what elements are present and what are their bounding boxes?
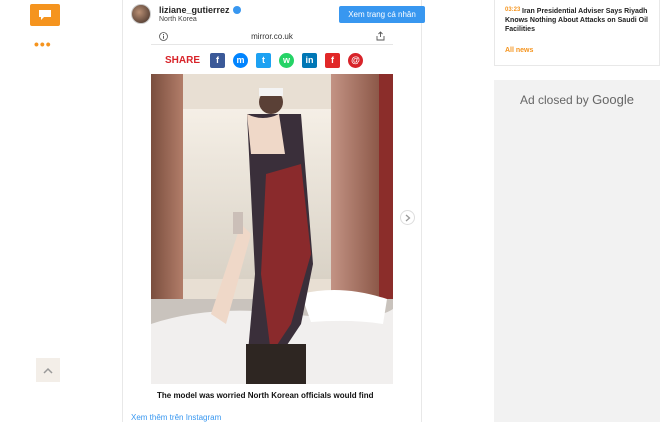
post-location[interactable]: North Korea xyxy=(159,16,197,23)
view-profile-button[interactable]: Xem trang cá nhân xyxy=(339,6,425,23)
verified-badge-icon xyxy=(232,6,241,14)
facebook-share-icon[interactable]: f xyxy=(210,52,226,68)
caption-fade xyxy=(151,401,393,409)
browser-url-bar: mirror.co.uk xyxy=(151,29,393,45)
username-text[interactable]: liziane_gutierrez xyxy=(159,5,230,15)
room-photo-illustration xyxy=(151,74,393,384)
ad-closed-message: Ad closed by Google xyxy=(494,92,660,107)
article-embed-column: liziane_gutierrez North Korea Xem trang … xyxy=(122,0,425,422)
share-icon[interactable] xyxy=(376,31,385,41)
instagram-media-card: mirror.co.uk SHARE f m t w in f @ The mo… xyxy=(151,29,393,409)
next-slide-button[interactable] xyxy=(400,210,415,225)
flipboard-share-icon[interactable]: f xyxy=(325,52,341,68)
post-caption: The model was worried North Korean offic… xyxy=(157,391,374,400)
share-label: SHARE xyxy=(165,54,201,66)
all-news-link[interactable]: All news xyxy=(505,47,533,54)
page: ••• liziane_gutierrez North Korea Xem tr… xyxy=(0,0,660,422)
email-share-icon[interactable]: @ xyxy=(348,52,364,68)
whatsapp-share-icon[interactable]: w xyxy=(279,52,295,68)
url-text: mirror.co.uk xyxy=(251,32,293,41)
news-headline-link[interactable]: Iran Presidential Adviser Says Riyadh Kn… xyxy=(505,7,657,34)
google-logo: Google xyxy=(592,92,634,107)
instagram-username[interactable]: liziane_gutierrez xyxy=(159,5,241,15)
post-photo[interactable] xyxy=(151,74,393,384)
avatar[interactable] xyxy=(131,4,151,24)
ad-slot: Ad closed by Google xyxy=(494,80,660,422)
chevron-right-icon xyxy=(405,214,410,221)
share-bar: SHARE f m t w in f @ xyxy=(151,49,393,71)
news-feed-widget: 03:23 Iran Presidential Adviser Says Riy… xyxy=(494,0,660,66)
chevron-up-icon xyxy=(43,367,53,374)
ad-closed-text: Ad closed by xyxy=(520,93,589,107)
scroll-to-top-button[interactable] xyxy=(36,358,60,382)
comments-button[interactable] xyxy=(30,4,60,26)
speech-bubble-icon xyxy=(39,10,51,20)
view-more-on-instagram-link[interactable]: Xem thêm trên Instagram xyxy=(131,413,221,422)
more-dots-icon[interactable]: ••• xyxy=(34,36,52,52)
linkedin-share-icon[interactable]: in xyxy=(302,52,318,68)
instagram-post-header: liziane_gutierrez North Korea Xem trang … xyxy=(131,4,425,28)
messenger-share-icon[interactable]: m xyxy=(233,52,249,68)
twitter-share-icon[interactable]: t xyxy=(256,52,272,68)
